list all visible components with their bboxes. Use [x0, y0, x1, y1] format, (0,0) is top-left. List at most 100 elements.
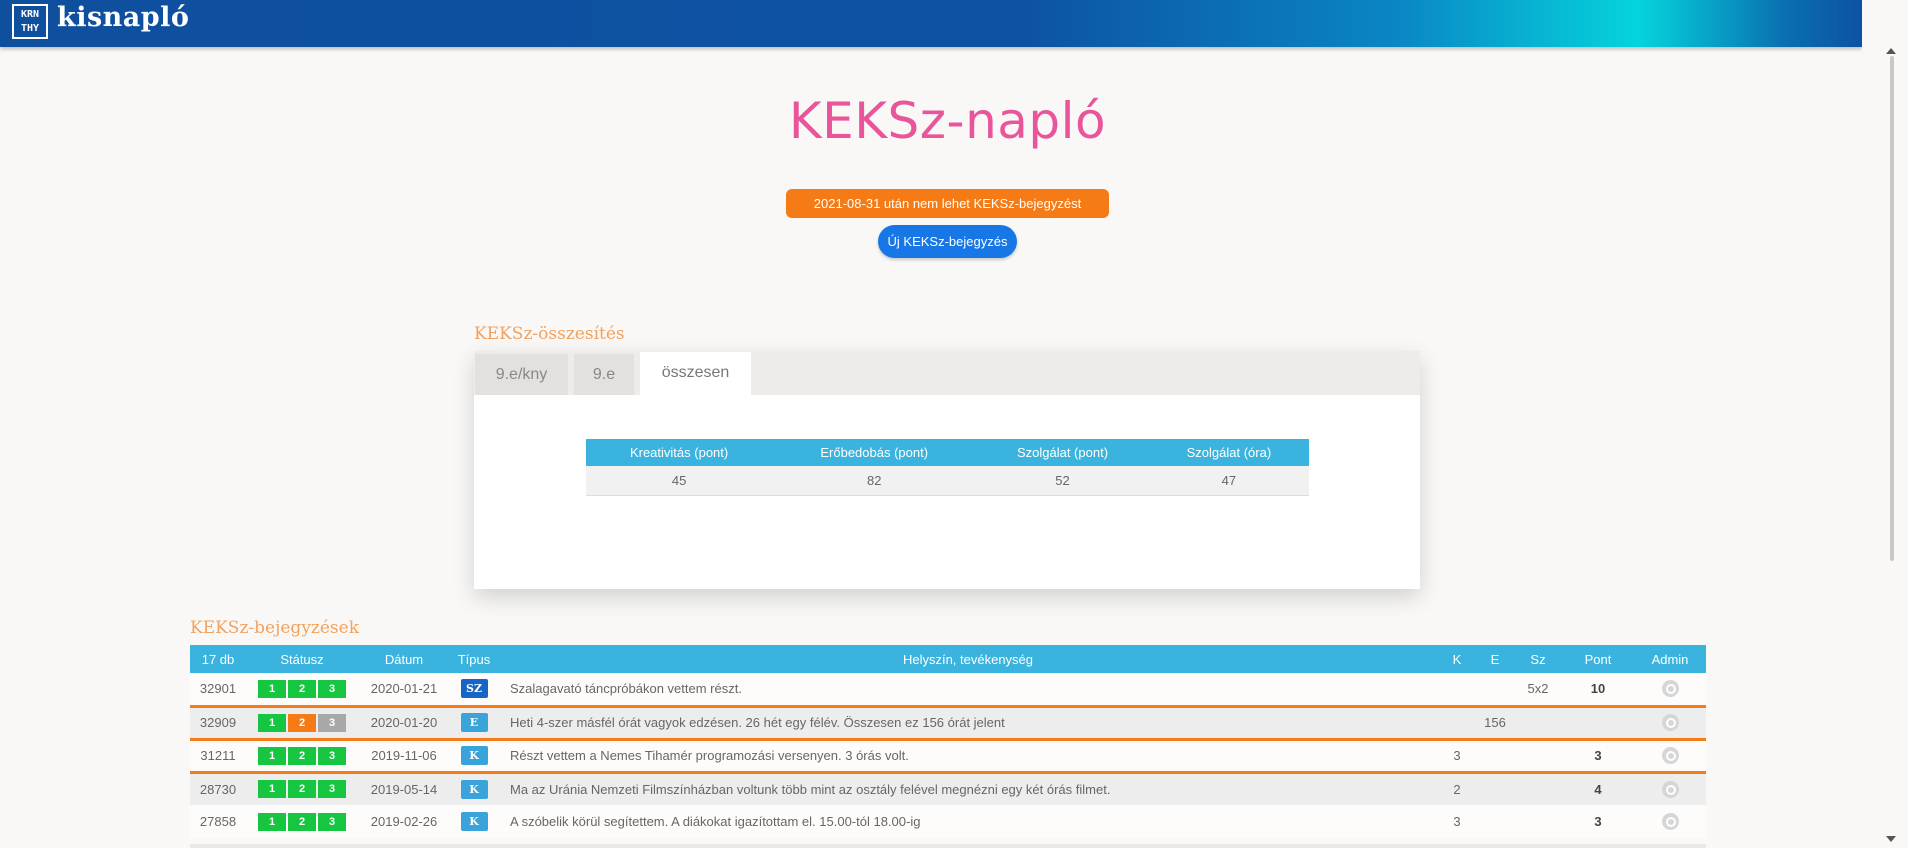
status-step-1-badge: 1 — [258, 713, 286, 732]
entry-sz: 5x2 — [1514, 673, 1562, 708]
table-row[interactable]: 32909 123 2020-01-20 E Heti 4-szer másfé… — [190, 706, 1706, 741]
summary-table: Kreativitás (pont) Erőbedobás (pont) Szo… — [586, 439, 1309, 496]
entry-k — [1438, 706, 1476, 741]
entry-e — [1476, 673, 1514, 708]
status-step-1-badge: 1 — [258, 679, 286, 698]
entry-type: K — [450, 805, 498, 838]
status-step-3-badge: 3 — [318, 780, 346, 799]
entry-sz — [1514, 805, 1562, 838]
brand-name[interactable]: kisnapló — [57, 2, 189, 33]
entry-k: 3 — [1438, 805, 1476, 838]
entry-id: 32901 — [190, 673, 246, 708]
entry-e: 156 — [1476, 706, 1514, 741]
entries-section-title: KEKSz-bejegyzések — [190, 618, 360, 638]
entry-activity: Heti 4-szer másfél órát vagyok edzésen. … — [498, 706, 1438, 741]
status-step-3-badge: 3 — [318, 746, 346, 765]
page-title: KEKSz-napló — [788, 92, 1107, 150]
summary-row: 45 82 52 47 — [586, 466, 1309, 496]
scroll-down-arrow-icon[interactable] — [1886, 836, 1896, 842]
type-badge: K — [460, 812, 488, 831]
type-badge: K — [460, 746, 488, 765]
col-count: 17 db — [190, 645, 246, 673]
entry-admin — [1634, 805, 1706, 838]
entry-sz — [1514, 772, 1562, 805]
status-badges: 123 — [246, 706, 358, 741]
status-badges: 123 — [246, 772, 358, 805]
status-step-3-badge: 3 — [318, 812, 346, 831]
summary-value-creativity: 45 — [586, 466, 773, 496]
entry-sz — [1514, 739, 1562, 774]
type-badge: K — [460, 779, 488, 799]
status-step-3-badge: 3 — [318, 713, 346, 732]
entry-date: 2020-01-20 — [358, 706, 450, 741]
entry-e — [1476, 772, 1514, 805]
status-step-2-badge: 2 — [288, 679, 316, 698]
search-icon[interactable] — [1661, 714, 1679, 732]
search-icon[interactable] — [1661, 747, 1679, 765]
entry-admin — [1634, 673, 1706, 708]
col-date[interactable]: Dátum — [358, 645, 450, 673]
col-e: E — [1476, 645, 1514, 673]
tab-9e-kny[interactable]: 9.e/kny — [475, 354, 568, 395]
status-step-2-badge: 2 — [288, 780, 316, 799]
type-badge: SZ — [460, 679, 488, 699]
col-points: Pont — [1562, 645, 1634, 673]
status-step-2-badge: 2 — [288, 812, 316, 831]
col-type[interactable]: Típus — [450, 645, 498, 673]
summary-value-service-points: 52 — [976, 466, 1149, 496]
search-icon[interactable] — [1661, 813, 1679, 831]
col-admin: Admin — [1634, 645, 1706, 673]
table-row[interactable]: 28730 123 2019-05-14 K Ma az Uránia Nemz… — [190, 772, 1706, 805]
table-row[interactable]: 27858 123 2019-02-26 K A szóbelik körül … — [190, 805, 1706, 838]
summary-tabs: 9.e/kny 9.e összesen — [474, 351, 1420, 395]
entry-activity: A szóbelik körül segítettem. A diákokat … — [498, 805, 1438, 838]
summary-col-effort: Erőbedobás (pont) — [772, 439, 977, 466]
summary-value-effort: 82 — [772, 466, 977, 496]
table-row[interactable]: 32901 123 2020-01-21 SZ Szalagavató tánc… — [190, 673, 1706, 708]
tab-total[interactable]: összesen — [640, 352, 751, 395]
new-entry-button[interactable]: Új KEKSz-bejegyzés — [878, 225, 1017, 258]
entry-activity: Részt vettem a Nemes Tihamér programozás… — [498, 739, 1438, 774]
scroll-up-arrow-icon[interactable] — [1886, 48, 1896, 54]
col-status[interactable]: Státusz — [246, 645, 358, 673]
deadline-warning-badge: 2021-08-31 után nem lehet KEKSz-bejegyzé… — [786, 189, 1109, 240]
entry-points: 3 — [1562, 805, 1634, 838]
entry-k — [1438, 673, 1476, 708]
status-step-1-badge: 1 — [258, 780, 286, 799]
summary-section-title: KEKSz-összesítés — [474, 324, 625, 344]
status-step-1-badge: 1 — [258, 812, 286, 831]
entry-points: 4 — [1562, 772, 1634, 805]
col-sz: Sz — [1514, 645, 1562, 673]
status-badges: 123 — [246, 805, 358, 838]
search-icon[interactable] — [1661, 680, 1679, 698]
entry-activity: Ma az Uránia Nemzeti Filmszínházban volt… — [498, 772, 1438, 805]
col-k: K — [1438, 645, 1476, 673]
status-badges: 123 — [246, 673, 358, 708]
entry-sz — [1514, 706, 1562, 741]
school-logo[interactable]: KRN THY — [12, 4, 48, 39]
top-navbar: KRN THY kisnapló — [0, 0, 1862, 47]
col-activity: Helyszín, tevékenység — [498, 645, 1438, 673]
entry-type: SZ — [450, 673, 498, 708]
entry-k: 2 — [1438, 772, 1476, 805]
status-step-1-badge: 1 — [258, 746, 286, 765]
entry-points — [1562, 706, 1634, 741]
table-row[interactable]: 31211 123 2019-11-06 K Részt vettem a Ne… — [190, 739, 1706, 774]
entry-type: K — [450, 772, 498, 805]
search-icon[interactable] — [1661, 780, 1679, 798]
summary-value-service-hours: 47 — [1148, 466, 1309, 496]
status-step-2-badge: 2 — [288, 746, 316, 765]
entry-points: 10 — [1562, 673, 1634, 708]
entry-e — [1476, 739, 1514, 774]
status-step-3-badge: 3 — [318, 679, 346, 698]
summary-card: 9.e/kny 9.e összesen Kreativitás (pont) … — [474, 351, 1420, 589]
entry-id: 32909 — [190, 706, 246, 741]
entry-e — [1476, 805, 1514, 838]
summary-col-service-points: Szolgálat (pont) — [976, 439, 1149, 466]
entry-points: 3 — [1562, 739, 1634, 774]
entry-id: 31211 — [190, 739, 246, 774]
entries-table: 17 db Státusz Dátum Típus Helyszín, tevé… — [190, 645, 1706, 838]
entry-id: 27858 — [190, 805, 246, 838]
entry-date: 2019-05-14 — [358, 772, 450, 805]
tab-9e[interactable]: 9.e — [574, 354, 634, 395]
